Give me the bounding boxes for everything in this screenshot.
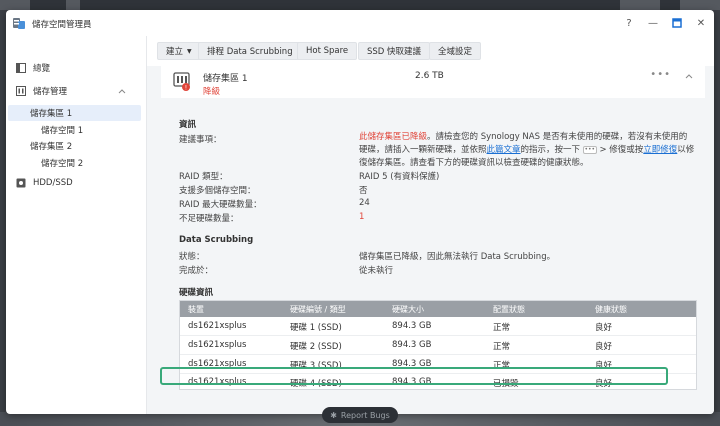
main-content: 建立 ▼ 排程 Data Scrubbing Hot Spare SSD 快取建… — [146, 36, 714, 414]
article-link[interactable]: 此篇文章 — [487, 145, 521, 155]
health-status-cell: 良好 — [595, 323, 613, 333]
minimize-icon[interactable]: — — [646, 16, 660, 30]
desktop-tray — [680, 0, 720, 10]
close-icon[interactable]: ✕ — [694, 16, 708, 30]
desktop-tile — [0, 0, 30, 10]
sidebar-item-overview[interactable]: 總覽 — [16, 60, 140, 76]
help-icon[interactable]: ? — [622, 16, 636, 30]
maximize-icon[interactable] — [670, 16, 684, 30]
recommendation-text: 此儲存集區已降級。請檢查您的 Synology NAS 是否有未使用的硬碟，若沒… — [359, 131, 695, 170]
drive-id-cell: 硬碟 2 (SSD) — [290, 342, 342, 352]
table-row[interactable]: ds1621xsplus 硬碟 2 (SSD) 894.3 GB 正常 良好 — [180, 336, 696, 355]
scrubbing-completed-label: 完成於： — [179, 266, 214, 276]
pool-size: 2.6 TB — [415, 71, 444, 81]
allocation-status-cell: 正常 — [493, 342, 511, 352]
scrubbing-status-label: 狀態： — [179, 252, 205, 262]
storage-pool-icon: ! — [173, 72, 190, 92]
report-bugs-label: Report Bugs — [340, 410, 390, 420]
pool-status: 降級 — [203, 87, 221, 97]
window-title: 儲存空間管理員 — [32, 20, 92, 30]
overview-icon — [16, 63, 26, 73]
warning-badge: ! — [185, 85, 187, 92]
device-cell: ds1621xsplus — [188, 321, 247, 331]
scrubbing-section-title: Data Scrubbing — [179, 235, 254, 245]
title-bar: 儲存空間管理員 ? — ✕ — [6, 10, 714, 36]
crashed-drive-highlight — [160, 367, 668, 385]
sidebar-item-label: 儲存集區 1 — [30, 109, 73, 119]
caret-down-icon: ▼ — [187, 47, 192, 55]
ssd-cache-advisor-button[interactable]: SSD 快取建議 — [358, 42, 431, 60]
sidebar-item-volume-1[interactable]: 儲存空間 1 — [41, 122, 141, 138]
recommend-label: 建議事項： — [179, 135, 222, 145]
global-settings-button[interactable]: 全域設定 — [429, 42, 482, 60]
pool-header[interactable]: ! 儲存集區 1 降級 2.6 TB ••• — [161, 66, 705, 98]
recommend-text-2: 的指示，按一下 — [520, 145, 581, 155]
column-header: 健康狀態 — [595, 305, 627, 314]
desktop-tray — [620, 0, 660, 10]
column-header: 配置狀態 — [493, 305, 525, 314]
bug-icon: ✱ — [330, 410, 337, 420]
column-header: 硬碟編號 / 類型 — [290, 305, 346, 314]
sidebar-item-label: 儲存管理 — [33, 87, 68, 97]
max-drives-label: RAID 最大硬碟數量： — [179, 200, 262, 210]
chevron-up-icon[interactable] — [118, 87, 126, 95]
multi-volume-label: 支援多個儲存空間： — [179, 186, 256, 196]
max-drives-value: 24 — [359, 198, 370, 208]
create-button[interactable]: 建立 ▼ — [157, 42, 201, 60]
sidebar-item-label: 儲存空間 1 — [41, 126, 84, 136]
drive-size-cell: 894.3 GB — [392, 340, 432, 350]
hot-spare-button[interactable]: Hot Spare — [297, 42, 358, 60]
sidebar-item-hdd-ssd[interactable]: HDD/SSD — [16, 175, 140, 191]
desktop-top-bar — [0, 0, 720, 10]
sidebar-item-volume-2[interactable]: 儲存空間 2 — [41, 155, 141, 171]
drive-id-cell: 硬碟 1 (SSD) — [290, 323, 342, 333]
sidebar-item-label: HDD/SSD — [33, 178, 73, 188]
scrubbing-completed-value: 從未執行 — [359, 266, 394, 276]
create-button-label: 建立 — [166, 47, 184, 57]
table-header: 裝置 硬碟編號 / 類型 硬碟大小 配置狀態 健康狀態 — [180, 301, 696, 317]
allocation-status-cell: 正常 — [493, 323, 511, 333]
raid-type-value: RAID 5 (有資料保護) — [359, 172, 440, 182]
drive-size-cell: 894.3 GB — [392, 321, 432, 331]
missing-drives-label: 不足硬碟數量： — [179, 214, 239, 224]
chevron-up-icon[interactable] — [685, 72, 693, 80]
degraded-warning: 此儲存集區已降級 — [359, 132, 428, 142]
report-bugs-button[interactable]: ✱ Report Bugs — [322, 407, 398, 423]
raid-type-label: RAID 類型： — [179, 172, 228, 182]
scrubbing-status-value: 儲存集區已降級，因此無法執行 Data Scrubbing。 — [359, 252, 556, 262]
sidebar-item-pool-2[interactable]: 儲存集區 2 — [30, 138, 140, 154]
storage-manager-icon — [13, 18, 25, 29]
drives-section-title: 硬碟資訊 — [179, 288, 214, 298]
window-controls: ? — ✕ — [622, 16, 708, 30]
sidebar-item-label: 總覽 — [33, 64, 51, 74]
disk-icon — [16, 178, 26, 188]
storage-icon — [16, 86, 26, 96]
pool-name: 儲存集區 1 — [203, 74, 248, 84]
storage-manager-window: 儲存空間管理員 ? — ✕ 總覽 儲存管理 儲存集區 1 儲存空間 1 儲存集區… — [6, 10, 714, 414]
sidebar-item-pool-1[interactable]: 儲存集區 1 — [8, 105, 141, 121]
info-section-title: 資訊 — [179, 120, 197, 130]
multi-volume-value: 否 — [359, 186, 368, 196]
sidebar-item-storage[interactable]: 儲存管理 — [16, 83, 140, 99]
recommend-text-3: > 修復或按 — [599, 145, 644, 155]
schedule-scrubbing-button[interactable]: 排程 Data Scrubbing — [198, 42, 302, 60]
sidebar-item-label: 儲存集區 2 — [30, 142, 73, 152]
toolbar: 建立 ▼ 排程 Data Scrubbing Hot Spare SSD 快取建… — [147, 36, 714, 66]
column-header: 裝置 — [188, 305, 204, 314]
table-row[interactable]: ds1621xsplus 硬碟 1 (SSD) 894.3 GB 正常 良好 — [180, 317, 696, 336]
more-options-icon[interactable]: ••• — [650, 69, 671, 80]
device-cell: ds1621xsplus — [188, 340, 247, 350]
sidebar-item-label: 儲存空間 2 — [41, 159, 84, 169]
missing-drives-value: 1 — [359, 212, 365, 222]
more-options-chip-icon: ••• — [582, 145, 597, 154]
repair-now-link[interactable]: 立即修復 — [643, 145, 677, 155]
column-header: 硬碟大小 — [392, 305, 424, 314]
desktop-tile — [66, 0, 80, 10]
sidebar: 總覽 儲存管理 儲存集區 1 儲存空間 1 儲存集區 2 儲存空間 2 HDD/… — [6, 44, 146, 414]
health-status-cell: 良好 — [595, 342, 613, 352]
